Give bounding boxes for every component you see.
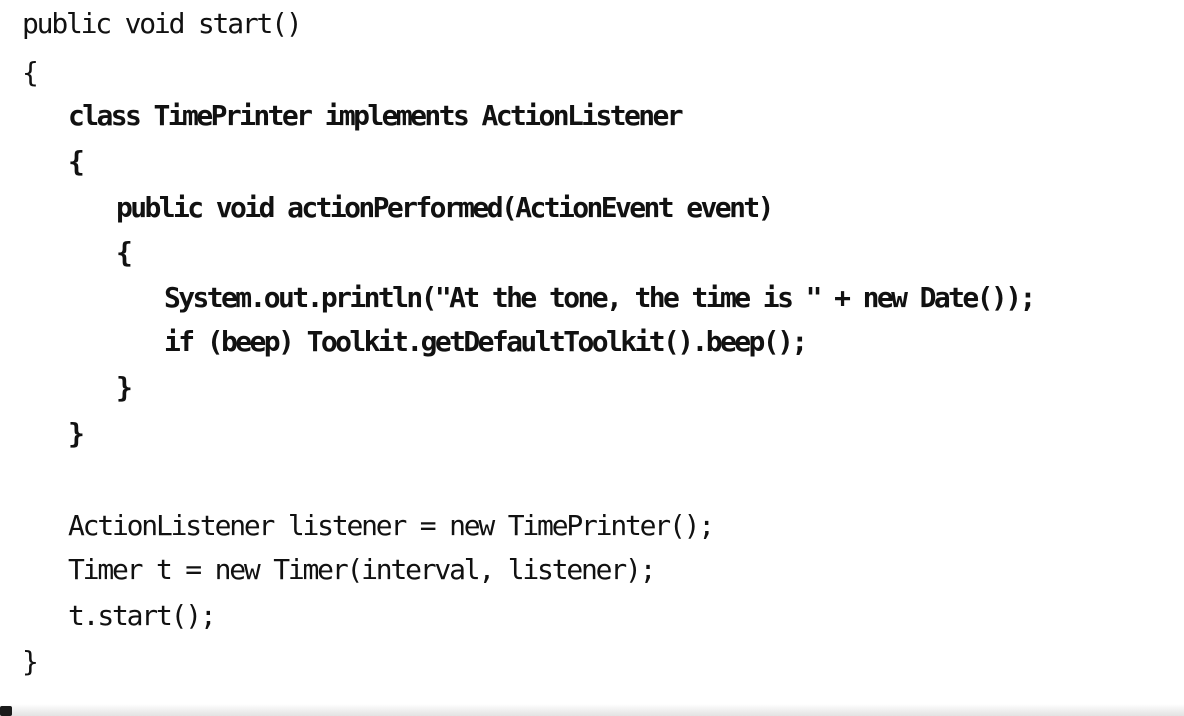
code-line-close-brace: } (22, 645, 39, 678)
code-line-method-signature: public void start() (22, 7, 303, 40)
code-line-timer: Timer t = new Timer(interval, listener); (68, 553, 657, 586)
code-line-inner-class: class TimePrinter implements ActionListe… (68, 99, 684, 132)
code-line-class-close-brace: } (68, 417, 85, 450)
code-line-println: System.out.println("At the tone, the tim… (164, 281, 1036, 314)
code-line-open-brace: { (22, 56, 39, 89)
code-line-beep: if (beep) Toolkit.getDefaultToolkit().be… (164, 325, 808, 358)
code-line-method-close-brace: } (116, 371, 133, 404)
code-line-listener: ActionListener listener = new TimePrinte… (68, 509, 715, 542)
document-page: public void start() { class TimePrinter … (0, 0, 1184, 716)
code-line-method-open-brace: { (116, 236, 133, 269)
scan-speck (0, 706, 12, 716)
page-bottom-edge (0, 704, 1184, 716)
code-line-timer-start: t.start(); (68, 599, 217, 632)
code-line-action-performed: public void actionPerformed(ActionEvent … (116, 191, 774, 224)
code-line-class-open-brace: { (68, 145, 85, 178)
